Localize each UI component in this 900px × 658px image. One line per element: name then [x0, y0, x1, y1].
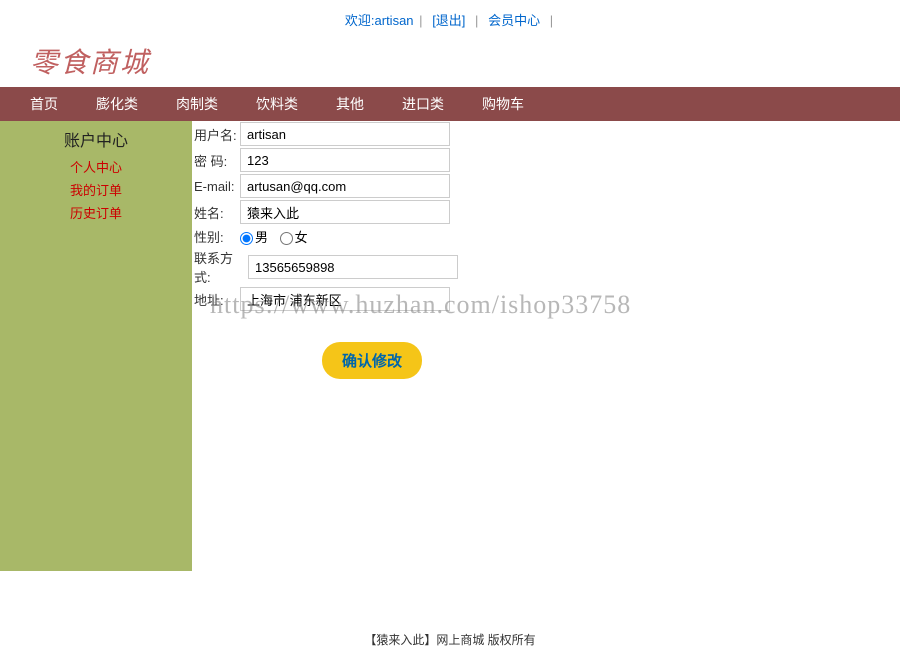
separator: | [475, 13, 478, 28]
email-input[interactable] [240, 174, 450, 198]
sidebar-item-history[interactable]: 历史订单 [0, 201, 192, 224]
email-label: E-mail: [192, 179, 240, 194]
logo-area: 零食商城 [0, 37, 900, 87]
password-input[interactable] [240, 148, 450, 172]
site-logo: 零食商城 [30, 48, 150, 79]
welcome-text: 欢迎:artisan [345, 13, 414, 28]
member-center-link[interactable]: 会员中心 [488, 13, 540, 28]
address-input[interactable] [240, 287, 450, 311]
gender-male-label[interactable]: 男 [240, 230, 268, 245]
nav-home[interactable]: 首页 [30, 94, 58, 114]
nav-meat[interactable]: 肉制类 [176, 94, 218, 114]
username-label: 用户名: [192, 125, 240, 144]
phone-input[interactable] [248, 255, 458, 279]
nav-import[interactable]: 进口类 [402, 94, 444, 114]
nav-other[interactable]: 其他 [336, 94, 364, 114]
nav-puffed[interactable]: 膨化类 [96, 94, 138, 114]
name-label: 姓名: [192, 203, 240, 222]
gender-male-radio[interactable] [240, 232, 253, 245]
submit-button[interactable]: 确认修改 [322, 342, 422, 379]
gender-label: 性别: [192, 227, 240, 246]
sidebar: 账户中心 个人中心 我的订单 历史订单 [0, 121, 192, 571]
gender-female-label[interactable]: 女 [280, 230, 308, 245]
nav-bar: 首页 膨化类 肉制类 饮料类 其他 进口类 购物车 [0, 87, 900, 121]
password-label: 密 码: [192, 151, 240, 170]
separator: | [550, 13, 553, 28]
gender-female-radio[interactable] [280, 232, 293, 245]
sidebar-item-profile[interactable]: 个人中心 [0, 155, 192, 178]
name-input[interactable] [240, 200, 450, 224]
separator: | [419, 13, 422, 28]
sidebar-title: 账户中心 [0, 125, 192, 155]
logout-link[interactable]: [退出] [432, 13, 465, 28]
phone-label: 联系方式: [192, 248, 248, 286]
footer-text: 【猿来入此】网上商城 版权所有 [0, 571, 900, 658]
address-label: 地址: [192, 290, 240, 309]
sidebar-item-orders[interactable]: 我的订单 [0, 178, 192, 201]
nav-drinks[interactable]: 饮料类 [256, 94, 298, 114]
header-bar: 欢迎:artisan | [退出] | 会员中心 | [0, 0, 900, 37]
form-area: 用户名: 密 码: E-mail: 姓名: 性别: 男 女 [192, 121, 900, 571]
nav-cart[interactable]: 购物车 [482, 94, 524, 114]
username-input[interactable] [240, 122, 450, 146]
